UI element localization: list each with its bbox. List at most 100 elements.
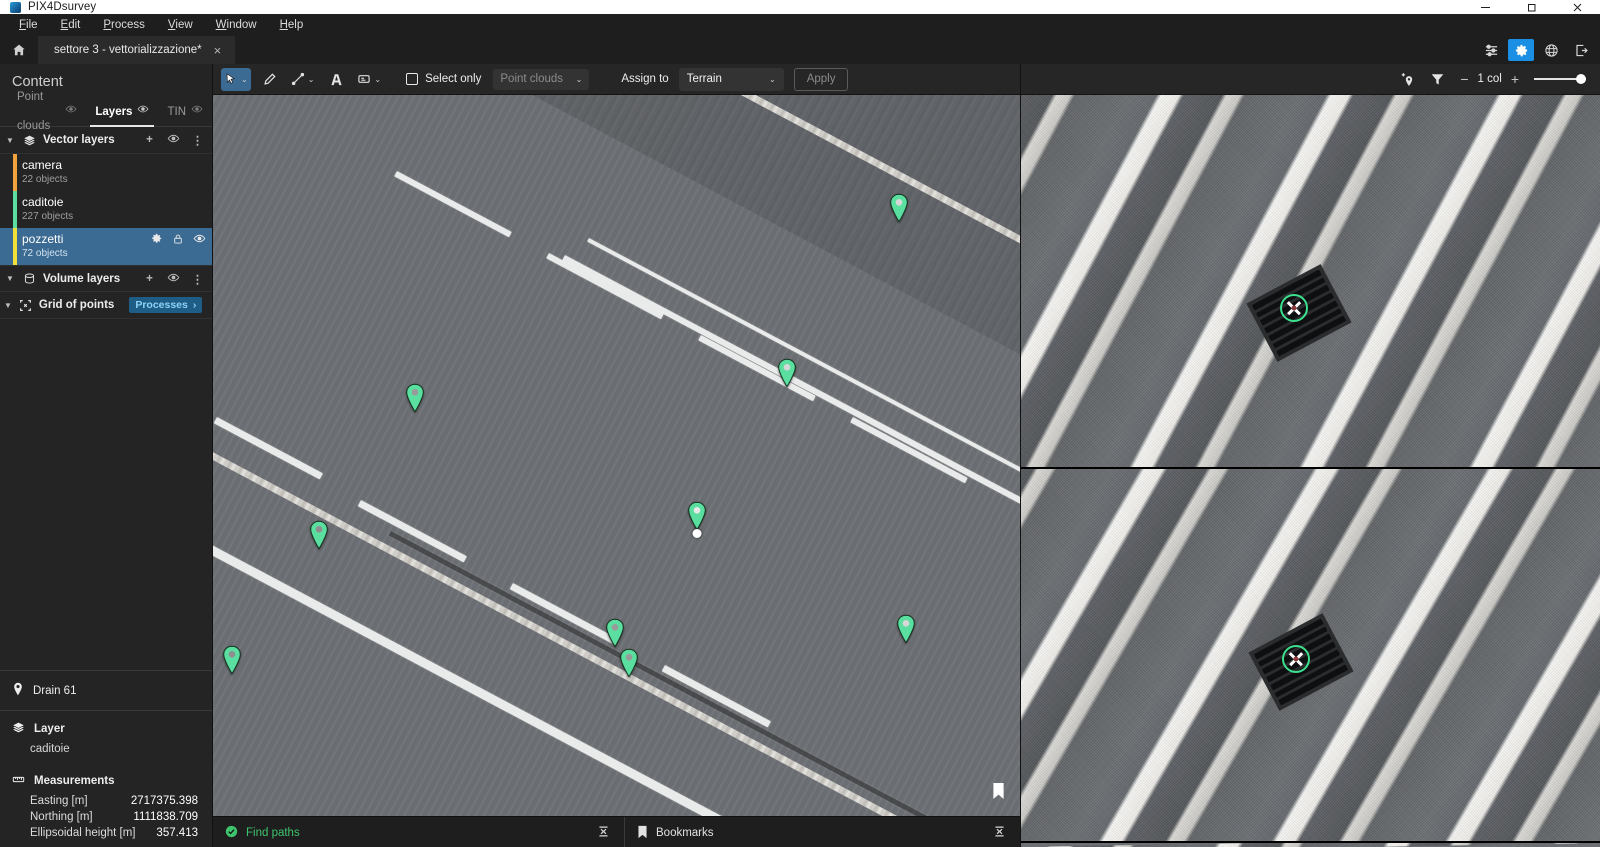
target-center-dot bbox=[1293, 656, 1299, 662]
apply-button[interactable]: Apply bbox=[793, 67, 849, 91]
eye-icon[interactable] bbox=[193, 232, 206, 250]
drain-marker-selected[interactable] bbox=[686, 501, 708, 538]
tab-point-clouds-label: Point clouds bbox=[17, 91, 51, 132]
measurements-section-label: Measurements bbox=[34, 775, 115, 787]
chevron-down-icon[interactable]: ▼ bbox=[4, 301, 12, 310]
text-tool[interactable] bbox=[325, 68, 348, 91]
measurement-label: Ellipsoidal height [m] bbox=[30, 827, 136, 839]
bookmark-icon[interactable] bbox=[991, 782, 1006, 800]
layer-row-pozzetti[interactable]: pozzetti 72 objects bbox=[0, 228, 212, 265]
eye-icon[interactable] bbox=[165, 271, 182, 287]
assign-to-dropdown[interactable]: Terrain ⌄ bbox=[678, 67, 784, 91]
inspector-image-2[interactable] bbox=[1021, 469, 1600, 843]
image-texture bbox=[1021, 843, 1600, 847]
column-count-label: 1 col bbox=[1477, 73, 1502, 85]
measurement-label: Northing [m] bbox=[30, 811, 93, 823]
drain-marker[interactable] bbox=[404, 383, 426, 413]
logout-icon[interactable] bbox=[1568, 39, 1594, 61]
maximize-icon[interactable] bbox=[1508, 0, 1554, 14]
drain-marker[interactable] bbox=[618, 648, 640, 678]
polyline-tool[interactable]: ⌄ bbox=[288, 68, 318, 91]
pen-tool[interactable] bbox=[259, 68, 282, 91]
tab-label: settore 3 - vettorializzazione* bbox=[54, 44, 202, 56]
measurement-northing: Northing [m] 1111838.709 bbox=[0, 809, 212, 825]
filter-icon[interactable] bbox=[1422, 68, 1452, 91]
measurement-value: 357.413 bbox=[156, 827, 198, 839]
select-only-checkbox[interactable]: Select only bbox=[406, 73, 481, 85]
eye-icon[interactable] bbox=[65, 98, 77, 127]
layer-actions bbox=[150, 232, 206, 250]
globe-icon[interactable] bbox=[1538, 39, 1564, 61]
minimize-icon[interactable] bbox=[1462, 0, 1508, 14]
rectangle-tool[interactable]: ⌄ bbox=[354, 68, 384, 91]
inspector-image-3[interactable] bbox=[1021, 843, 1600, 847]
lock-icon[interactable] bbox=[172, 232, 184, 250]
tab-tin[interactable]: TIN bbox=[158, 98, 212, 127]
more-options-icon[interactable]: ⋮ bbox=[189, 133, 206, 147]
target-center-dot bbox=[1291, 305, 1297, 311]
add-layer-button[interactable]: + bbox=[141, 134, 158, 146]
inspector-image-list bbox=[1021, 95, 1600, 847]
more-options-icon[interactable]: ⋮ bbox=[189, 272, 206, 286]
menu-help[interactable]: Help bbox=[269, 16, 315, 34]
drain-marker[interactable] bbox=[308, 520, 330, 550]
chevron-down-icon[interactable]: ▼ bbox=[4, 136, 16, 145]
zoom-out-button[interactable]: − bbox=[1460, 72, 1468, 86]
chevron-down-icon[interactable]: ⌄ bbox=[374, 75, 381, 84]
grid-points-icon bbox=[19, 299, 32, 312]
add-volume-button[interactable]: + bbox=[141, 273, 158, 285]
home-icon[interactable] bbox=[0, 36, 38, 64]
drain-marker[interactable] bbox=[221, 645, 243, 675]
group-grid-of-points[interactable]: ▼ Grid of points Processes › ⋮ bbox=[0, 292, 236, 319]
select-only-dropdown[interactable]: Point clouds ⌄ bbox=[493, 68, 590, 90]
window-controls bbox=[1462, 0, 1600, 14]
drain-marker[interactable] bbox=[776, 358, 798, 388]
layer-section-label: Layer bbox=[34, 723, 65, 735]
inspector-image-1[interactable] bbox=[1021, 95, 1600, 469]
add-point-icon[interactable] bbox=[1392, 68, 1422, 91]
chevron-down-icon[interactable]: ▼ bbox=[4, 274, 16, 283]
sliders-icon[interactable] bbox=[1478, 39, 1504, 61]
map-viewport-area: ⌄ ⌄ ⌄ Select only Point clouds ⌄ Assign … bbox=[213, 64, 1020, 847]
layer-row-camera[interactable]: camera 22 objects bbox=[0, 154, 212, 191]
processes-badge[interactable]: Processes › bbox=[129, 297, 203, 313]
menu-edit[interactable]: Edit bbox=[50, 16, 92, 34]
collapse-icon[interactable] bbox=[597, 825, 610, 841]
eye-icon[interactable] bbox=[165, 132, 182, 148]
gear-icon[interactable] bbox=[150, 232, 163, 250]
eye-icon[interactable] bbox=[191, 98, 203, 127]
tab-close-icon[interactable]: × bbox=[212, 44, 224, 57]
find-paths-panel[interactable]: Find paths bbox=[213, 817, 625, 847]
drain-marker[interactable] bbox=[888, 193, 910, 223]
map-canvas[interactable] bbox=[213, 95, 1020, 816]
eye-icon[interactable] bbox=[137, 98, 149, 127]
tab-point-clouds[interactable]: Point clouds bbox=[8, 91, 86, 132]
drain-marker[interactable] bbox=[604, 618, 626, 648]
menu-file[interactable]: File bbox=[8, 16, 49, 34]
chevron-down-icon[interactable]: ⌄ bbox=[308, 75, 315, 84]
close-icon[interactable] bbox=[1554, 0, 1600, 14]
checkbox-icon[interactable] bbox=[406, 73, 419, 85]
gear-icon[interactable] bbox=[1508, 39, 1534, 61]
menu-process[interactable]: Process bbox=[92, 16, 156, 34]
collapse-icon[interactable] bbox=[993, 825, 1006, 841]
bookmarks-panel[interactable]: Bookmarks bbox=[625, 817, 1020, 847]
layer-row-caditoie[interactable]: caditoie 227 objects bbox=[0, 191, 212, 228]
measurement-easting: Easting [m] 2717375.398 bbox=[0, 793, 212, 809]
select-cursor-tool[interactable]: ⌄ bbox=[221, 67, 251, 91]
window-titlebar: PIX4Dsurvey bbox=[0, 0, 1600, 14]
crosshair-target[interactable] bbox=[1282, 645, 1310, 673]
tab-settore-3[interactable]: settore 3 - vettorializzazione* × bbox=[38, 36, 236, 64]
menu-view[interactable]: View bbox=[157, 16, 204, 34]
bookmark-icon bbox=[637, 825, 648, 842]
chevron-down-icon[interactable]: ⌄ bbox=[241, 75, 248, 84]
volume-icon bbox=[23, 272, 36, 285]
crosshair-target[interactable] bbox=[1280, 294, 1308, 322]
group-volume-layers[interactable]: ▼ Volume layers + ⋮ bbox=[0, 265, 212, 292]
drain-marker[interactable] bbox=[895, 614, 917, 644]
zoom-in-button[interactable]: + bbox=[1511, 72, 1519, 86]
menu-window[interactable]: Window bbox=[205, 16, 268, 34]
slider-knob[interactable] bbox=[1576, 74, 1586, 84]
tab-layers[interactable]: Layers bbox=[86, 98, 158, 127]
image-size-slider[interactable] bbox=[1534, 72, 1586, 86]
